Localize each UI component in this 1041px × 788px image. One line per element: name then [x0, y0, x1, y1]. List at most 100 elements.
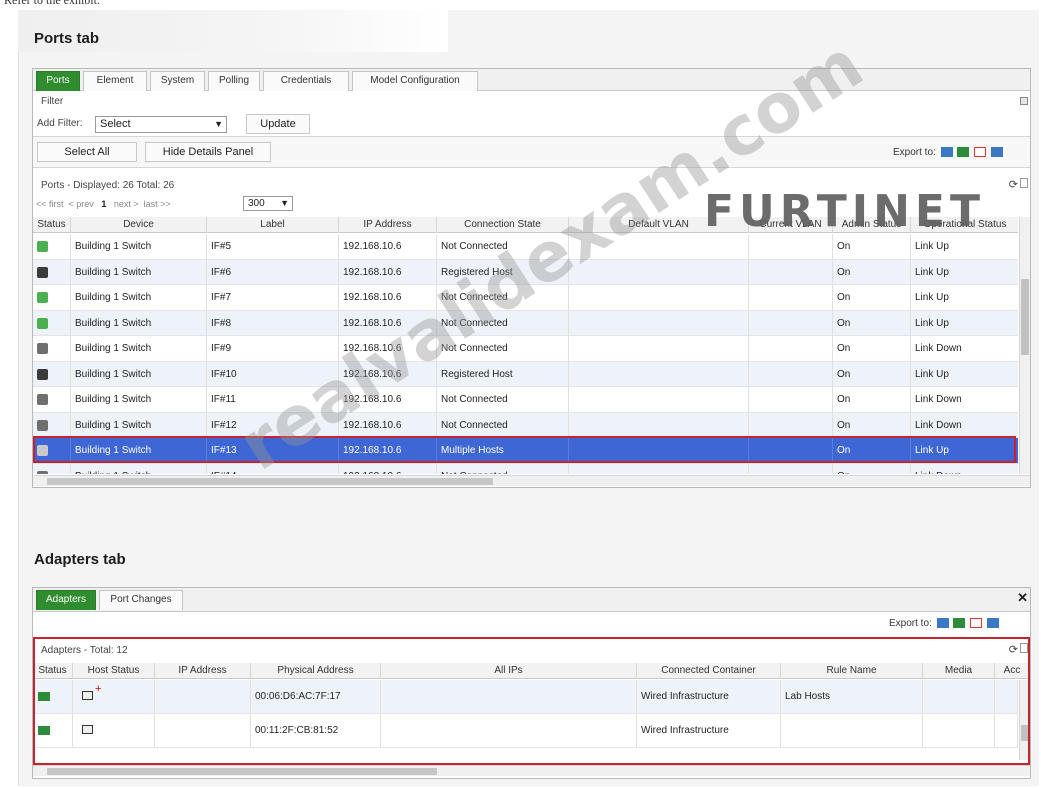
col-acc[interactable]: Acc	[995, 663, 1030, 679]
cell-vlan	[569, 234, 749, 259]
pager-next[interactable]: next >	[114, 199, 139, 209]
cell-admin: On	[833, 259, 911, 284]
cell-acc	[995, 714, 1018, 747]
collapse-filter-icon[interactable]	[1020, 97, 1028, 105]
cell-label: IF#9	[207, 336, 339, 361]
cell-media	[923, 714, 995, 747]
cell-ip: 192.168.10.6	[339, 387, 437, 412]
cell-vlan	[569, 361, 749, 386]
ports-horizontal-scroll-thumb[interactable]	[47, 478, 493, 485]
col-status[interactable]: Status	[33, 217, 71, 233]
cell-vlan	[569, 336, 749, 361]
cell-conn: Not Connected	[437, 234, 569, 259]
cell-device: Building 1 Switch	[71, 463, 207, 474]
tab-polling[interactable]: Polling	[208, 71, 260, 91]
tab-credentials[interactable]: Credentials	[263, 71, 349, 91]
status-cell	[33, 361, 71, 386]
cell-vlan	[569, 310, 749, 335]
col-status[interactable]: Status	[33, 663, 73, 679]
cell-label: IF#14	[207, 463, 339, 474]
col-connected-container[interactable]: Connected Container	[637, 663, 781, 679]
host-flag: +	[95, 683, 102, 695]
table-row[interactable]: Building 1 Switch IF#5 192.168.10.6 Not Con…	[33, 234, 1018, 260]
col-label[interactable]: Label	[207, 217, 339, 233]
tab-port-changes[interactable]: Port Changes	[99, 590, 183, 610]
table-row[interactable]: Building 1 Switch IF#10 192.168.10.6 Regist…	[33, 361, 1018, 387]
pager-prev[interactable]: < prev	[69, 199, 94, 209]
table-row[interactable]: +00:06:D6:AC:7F:17 Wired Infrastructure La…	[33, 680, 1018, 714]
ports-vertical-scrollbar[interactable]	[1019, 217, 1030, 474]
cell-label: IF#5	[207, 234, 339, 259]
adapters-horizontal-scroll-thumb[interactable]	[47, 768, 437, 775]
cell-conn: Multiple Hosts	[437, 438, 569, 463]
hide-details-panel-button[interactable]: Hide Details Panel	[145, 142, 271, 162]
add-filter-select[interactable]: Select ▼	[95, 116, 227, 133]
table-row[interactable]: Building 1 SwitchIF#14192.168.10.6Not Co…	[33, 463, 1018, 474]
host-icon	[82, 725, 93, 734]
tab-system[interactable]: System	[150, 71, 205, 91]
export-csv-icon[interactable]	[936, 618, 949, 629]
export-pdf-icon[interactable]	[970, 618, 983, 629]
export-excel-icon[interactable]	[953, 618, 966, 629]
add-filter-value: Select	[100, 118, 131, 130]
cell-ip: 192.168.10.6	[339, 361, 437, 386]
export-csv-icon[interactable]	[940, 147, 953, 158]
cell-oper: Link Up	[911, 362, 1018, 387]
per-page-select[interactable]: 300 ▼	[243, 196, 293, 211]
export-pdf-icon[interactable]	[974, 147, 987, 158]
close-icon[interactable]: ✕	[1017, 590, 1028, 606]
tab-ports[interactable]: Ports	[36, 71, 80, 91]
tab-model-configuration[interactable]: Model Configuration	[352, 71, 478, 91]
adapters-vertical-scroll-thumb[interactable]	[1021, 725, 1029, 741]
edit-columns-icon[interactable]	[1020, 178, 1028, 188]
adapters-vertical-scrollbar[interactable]	[1019, 680, 1030, 760]
adapters-horizontal-scrollbar[interactable]	[33, 765, 1030, 776]
table-row[interactable]: Building 1 Switch IF#11 192.168.10.6 Not Co…	[33, 387, 1018, 413]
status-cell	[33, 285, 71, 310]
update-button[interactable]: Update	[246, 114, 310, 134]
select-all-button[interactable]: Select All	[37, 142, 137, 162]
table-row[interactable]: Building 1 Switch IF#12 192.168.10.6 Not Co…	[33, 412, 1018, 438]
host-status-cell	[73, 714, 155, 747]
table-row[interactable]: Building 1 Switch IF#13 192.168.10.6 Multip…	[33, 438, 1018, 464]
adapters-panel: Adapters Port Changes ✕ Export to: Adapt…	[32, 587, 1031, 779]
ports-vertical-scroll-thumb[interactable]	[1021, 279, 1029, 355]
col-device[interactable]: Device	[71, 217, 207, 233]
col-connection-state[interactable]: Connection State	[437, 217, 569, 233]
cell-device: Building 1 Switch	[71, 361, 207, 386]
pager-last[interactable]: last >>	[144, 199, 171, 209]
chevron-down-icon: ▼	[214, 119, 223, 129]
refresh-icon[interactable]: ⟳	[1009, 178, 1018, 191]
port-status-icon	[37, 419, 48, 431]
export-xml-icon[interactable]	[990, 147, 1003, 158]
port-status-icon	[37, 317, 48, 329]
col-ip-address[interactable]: IP Address	[155, 663, 251, 679]
cell-device: Building 1 Switch	[71, 387, 207, 412]
col-physical-address[interactable]: Physical Address	[251, 663, 381, 679]
ports-horizontal-scrollbar[interactable]	[33, 475, 1030, 486]
cell-ip	[155, 680, 251, 713]
table-row[interactable]: Building 1 Switch IF#7 192.168.10.6 Not Con…	[33, 285, 1018, 311]
col-host-status[interactable]: Host Status	[73, 663, 155, 679]
table-row[interactable]: Building 1 Switch IF#9 192.168.10.6 Not Con…	[33, 336, 1018, 362]
export-excel-icon[interactable]	[957, 147, 970, 158]
cell-ip: 192.168.10.6	[339, 463, 437, 474]
col-ip-address[interactable]: IP Address	[339, 217, 437, 233]
edit-columns-icon[interactable]	[1020, 643, 1028, 653]
cell-admin: On	[833, 387, 911, 412]
cell-cur_vlan	[749, 259, 833, 284]
cell-oper: Link Up	[911, 285, 1018, 310]
tab-element[interactable]: Element	[83, 71, 147, 91]
tab-adapters[interactable]: Adapters	[36, 590, 96, 610]
col-media[interactable]: Media	[923, 663, 995, 679]
table-row[interactable]: Building 1 Switch IF#8 192.168.10.6 Not Con…	[33, 310, 1018, 336]
refresh-icon[interactable]: ⟳	[1009, 643, 1018, 656]
pager-first[interactable]: << first	[36, 199, 64, 209]
col-rule-name[interactable]: Rule Name	[781, 663, 923, 679]
cell-admin: On	[833, 234, 911, 259]
col-all-ips[interactable]: All IPs	[381, 663, 637, 679]
table-row[interactable]: 00:11:2F:CB:81:52 Wired Infrastructure	[33, 714, 1018, 748]
table-row[interactable]: Building 1 Switch IF#6 192.168.10.6 Registe…	[33, 259, 1018, 285]
export-xml-icon[interactable]	[986, 618, 999, 629]
cell-ip: 192.168.10.6	[339, 310, 437, 335]
